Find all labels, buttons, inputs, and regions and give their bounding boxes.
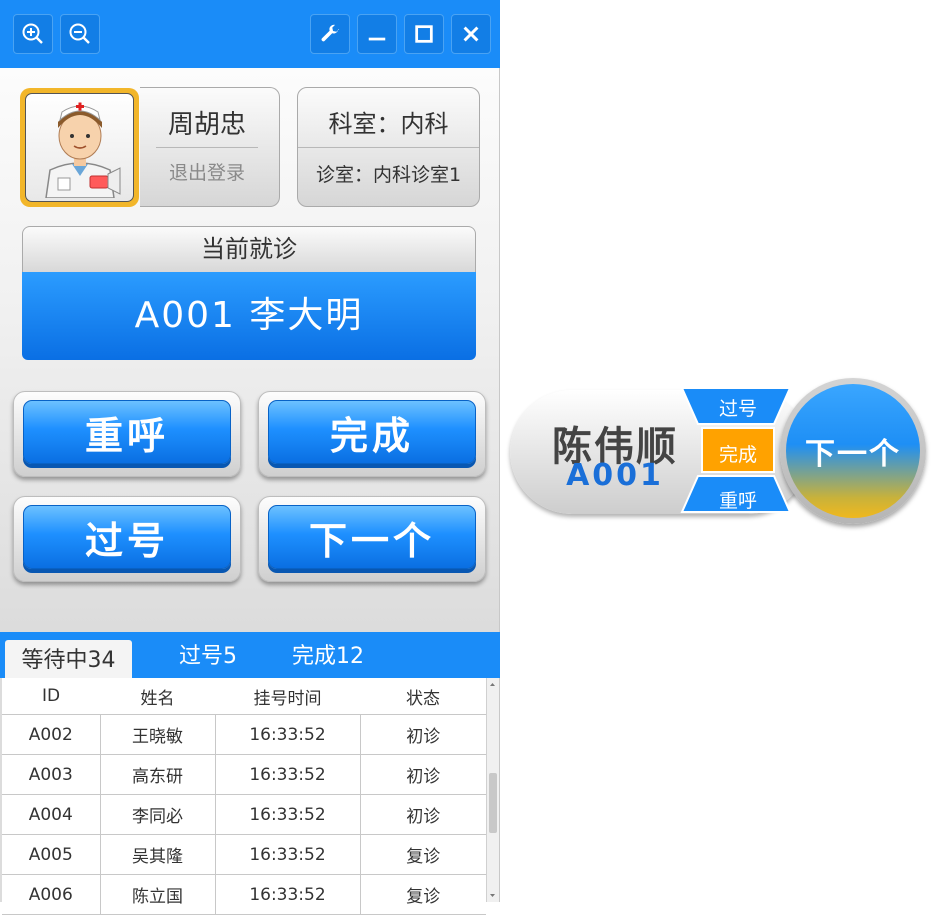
cell-time: 16:33:52: [215, 834, 361, 875]
cell-time: 16:33:52: [215, 714, 361, 755]
current-patient-header: 当前就诊: [22, 226, 476, 272]
cell-status: 复诊: [360, 834, 486, 875]
minimize-icon: [368, 37, 386, 41]
doctor-name: 周胡忠: [167, 110, 246, 140]
scroll-down-icon[interactable]: [487, 890, 498, 900]
column-header-status[interactable]: 状态: [360, 678, 486, 715]
cell-time: 16:33:52: [215, 794, 361, 835]
finish-button[interactable]: 完成: [268, 400, 476, 464]
mini-caller-widget: 陈伟顺 A001 过号 完成 重呼 下一个: [510, 376, 930, 526]
cell-time: 16:33:52: [215, 754, 361, 795]
table-row[interactable]: A002 王晓敏 16:33:52 初诊: [2, 714, 486, 755]
widget-next-button[interactable]: 下一个: [786, 384, 920, 518]
tab-skipped[interactable]: 过号5: [160, 640, 256, 678]
table-row[interactable]: A004 李同必 16:33:52 初诊: [2, 794, 486, 835]
next-button[interactable]: 下一个: [268, 505, 476, 569]
doctor-avatar: [20, 88, 139, 207]
table-row[interactable]: A003 高东研 16:33:52 初诊: [2, 754, 486, 795]
cell-name: 王晓敏: [100, 714, 216, 755]
skip-button-frame: 过号: [13, 496, 241, 582]
zoom-out-button[interactable]: [60, 14, 100, 54]
widget-skip-label[interactable]: 过号: [698, 394, 778, 421]
recall-button-frame: 重呼: [13, 391, 241, 477]
minimize-button[interactable]: [357, 14, 397, 54]
queue-tabs: 等待中34 过号5 完成12: [0, 632, 500, 678]
cell-status: 初诊: [360, 794, 486, 835]
divider: [156, 147, 258, 148]
next-button-frame: 下一个: [258, 496, 486, 582]
cell-status: 初诊: [360, 754, 486, 795]
scroll-up-icon[interactable]: [487, 680, 498, 690]
column-header-name[interactable]: 姓名: [100, 678, 215, 715]
cell-time: 16:33:52: [215, 874, 361, 915]
cell-id: A002: [2, 714, 101, 755]
close-icon: [463, 26, 479, 42]
table-scrollbar[interactable]: [486, 678, 499, 902]
finish-button-frame: 完成: [258, 391, 486, 477]
department-label: 科室：内科: [328, 110, 449, 138]
tab-waiting[interactable]: 等待中34: [5, 640, 132, 678]
widget-recall-label[interactable]: 重呼: [698, 486, 778, 513]
table-header-row: ID 姓名 挂号时间 状态: [2, 678, 486, 715]
skip-button[interactable]: 过号: [23, 505, 231, 569]
widget-finish-label[interactable]: 完成: [702, 440, 774, 467]
queue-table: ID 姓名 挂号时间 状态 A002 王晓敏 16:33:52 初诊 A003 …: [2, 678, 486, 915]
cell-status: 初诊: [360, 714, 486, 755]
maximize-icon: [415, 25, 433, 43]
column-header-time[interactable]: 挂号时间: [215, 678, 360, 715]
doctor-panel: 周胡忠 退出登录 科室：内科 诊室：内科诊室1 当前就诊 A001 李大明 重呼…: [0, 0, 500, 915]
cell-name: 高东研: [100, 754, 216, 795]
cell-id: A006: [2, 874, 101, 915]
widget-patient-number: A001: [566, 458, 664, 493]
cell-status: 复诊: [360, 874, 486, 915]
maximize-button[interactable]: [404, 14, 444, 54]
doctor-icon: [44, 102, 120, 198]
zoom-out-icon: [69, 23, 90, 44]
close-button[interactable]: [451, 14, 491, 54]
widget-next-frame: 下一个: [780, 378, 926, 524]
divider: [298, 147, 479, 148]
current-patient: A001 李大明: [22, 272, 476, 360]
zoom-in-button[interactable]: [13, 14, 53, 54]
scrollbar-thumb[interactable]: [489, 773, 497, 833]
cell-name: 陈立国: [100, 874, 216, 915]
table-row[interactable]: A006 陈立国 16:33:52 复诊: [2, 874, 486, 915]
cell-id: A005: [2, 834, 101, 875]
zoom-in-icon: [22, 23, 43, 44]
column-header-id[interactable]: ID: [2, 678, 100, 715]
cell-id: A003: [2, 754, 101, 795]
cell-name: 吴其隆: [100, 834, 216, 875]
cell-name: 李同必: [100, 794, 216, 835]
recall-button[interactable]: 重呼: [23, 400, 231, 464]
logout-link[interactable]: 退出登录: [156, 158, 258, 185]
room-label: 诊室：内科诊室1: [315, 164, 462, 186]
table-row[interactable]: A005 吴其隆 16:33:52 复诊: [2, 834, 486, 875]
cell-id: A004: [2, 794, 101, 835]
settings-button[interactable]: [310, 14, 350, 54]
tab-finished[interactable]: 完成12: [278, 640, 378, 678]
wrench-icon: [321, 24, 340, 42]
title-bar: [0, 0, 500, 68]
